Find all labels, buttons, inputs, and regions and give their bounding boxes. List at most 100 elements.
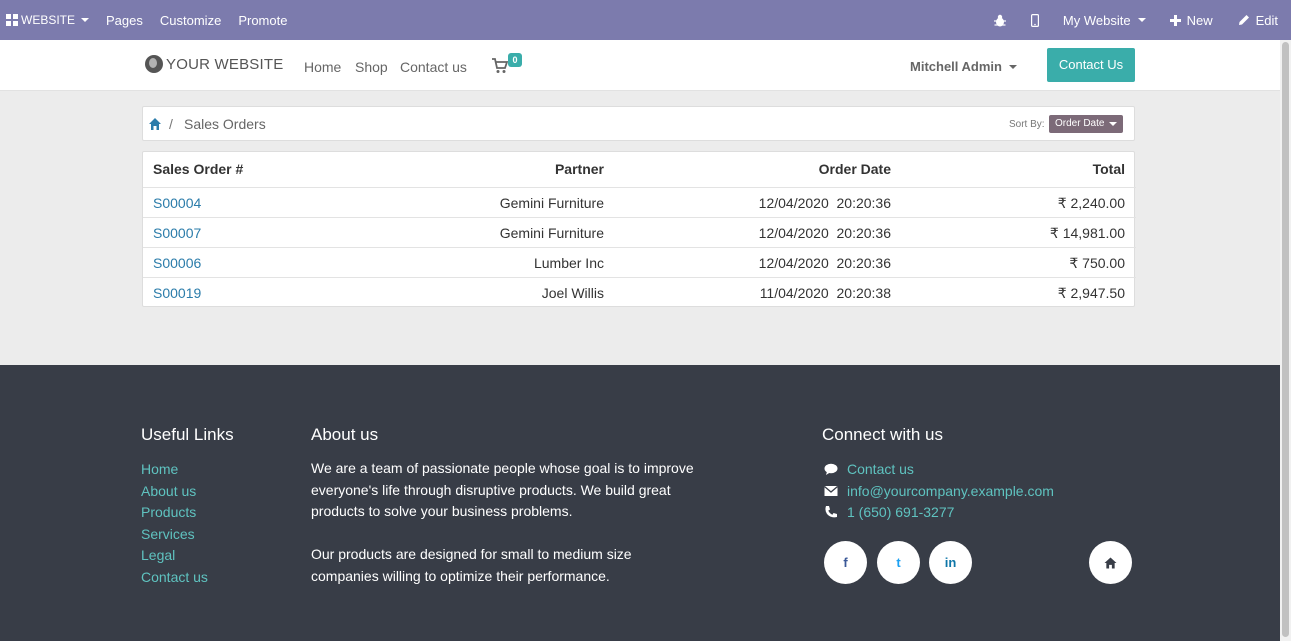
home-button[interactable] xyxy=(1089,541,1132,584)
footer-link-about[interactable]: About us xyxy=(141,483,196,499)
twitter-button[interactable]: t xyxy=(877,541,920,584)
pencil-icon xyxy=(1238,15,1249,25)
apps-grid-icon xyxy=(6,14,18,26)
customize-label: Customize xyxy=(159,12,222,28)
nav-contact-us[interactable]: Contact us xyxy=(400,59,467,75)
chevron-down-icon xyxy=(1137,18,1146,22)
footer-link-legal[interactable]: Legal xyxy=(141,547,175,563)
envelope-icon xyxy=(824,486,838,496)
table-row[interactable]: S00004 Gemini Furniture 12/04/2020 20:20… xyxy=(143,187,1136,217)
website-menu-label: WEBSITE xyxy=(21,13,76,27)
pages-menu[interactable]: Pages xyxy=(106,0,143,40)
order-total: ₹ 2,240.00 xyxy=(1057,195,1125,211)
home-icon xyxy=(1104,556,1117,569)
footer-link-services[interactable]: Services xyxy=(141,526,195,542)
footer-link-contact[interactable]: Contact us xyxy=(141,569,208,585)
column-header-partner: Partner xyxy=(554,161,604,177)
new-label: New xyxy=(1186,12,1213,28)
scrollbar-thumb[interactable] xyxy=(1282,42,1289,637)
order-link[interactable]: S00004 xyxy=(153,195,201,211)
promote-menu[interactable]: Promote xyxy=(238,0,287,40)
sort-dropdown[interactable]: Order Date xyxy=(1049,115,1124,133)
about-title: About us xyxy=(311,425,379,444)
comment-icon xyxy=(824,463,838,475)
linkedin-icon: in xyxy=(944,555,957,570)
customize-menu[interactable]: Customize xyxy=(160,0,221,40)
connect-title: Connect with us xyxy=(822,425,943,444)
cart-count-badge: 0 xyxy=(508,53,522,67)
footer-phone-link[interactable]: 1 (650) 691-3277 xyxy=(847,504,954,520)
order-date: 12/04/2020 20:20:36 xyxy=(758,225,891,241)
new-button[interactable]: New xyxy=(1169,0,1213,40)
debug-button[interactable] xyxy=(993,0,1006,40)
nav-shop[interactable]: Shop xyxy=(355,59,388,75)
table-row[interactable]: S00019 Joel Willis 11/04/2020 20:20:38 ₹… xyxy=(143,277,1136,307)
site-logo[interactable]: YOUR WEBSITE xyxy=(145,55,283,73)
shopping-cart-icon[interactable] xyxy=(492,58,508,74)
table-row[interactable]: S00007 Gemini Furniture 12/04/2020 20:20… xyxy=(143,217,1136,247)
logo-text: YOUR WEBSITE xyxy=(166,55,284,73)
about-line: everyone's life through disruptive produ… xyxy=(311,481,671,498)
footer-email-link[interactable]: info@yourcompany.example.com xyxy=(847,483,1054,499)
sort-by-label: Sort By: xyxy=(1009,119,1045,130)
about-line: companies willing to optimize their perf… xyxy=(311,567,610,584)
breadcrumb: / Sales Orders Sort By: Order Date xyxy=(142,106,1135,141)
footer-contact-link[interactable]: Contact us xyxy=(847,461,914,477)
order-partner: Gemini Furniture xyxy=(499,225,604,241)
table-header: Sales Order # Partner Order Date Total xyxy=(143,152,1136,188)
my-website-label: My Website xyxy=(1062,12,1131,28)
page-scrollbar[interactable] xyxy=(1280,40,1291,641)
about-paragraph-1: We are a team of passionate people whose… xyxy=(311,458,694,523)
useful-links-title: Useful Links xyxy=(141,425,234,444)
order-date: 12/04/2020 20:20:36 xyxy=(758,195,891,211)
user-name: Mitchell Admin xyxy=(910,59,1002,74)
mobile-icon xyxy=(1030,13,1039,27)
nav-home[interactable]: Home xyxy=(304,59,341,75)
table-row[interactable]: S00006 Lumber Inc 12/04/2020 20:20:36 ₹ … xyxy=(143,247,1136,277)
footer-link-products[interactable]: Products xyxy=(141,504,196,520)
site-footer: Useful Links Home About us Products Serv… xyxy=(0,365,1280,641)
user-menu[interactable]: Mitchell Admin xyxy=(910,59,1017,74)
edit-button[interactable]: Edit xyxy=(1238,0,1278,40)
order-total: ₹ 14,981.00 xyxy=(1049,225,1125,241)
editor-topbar: WEBSITE Pages Customize Promote My Websi… xyxy=(0,0,1291,40)
chevron-down-icon xyxy=(81,18,90,22)
order-partner: Gemini Furniture xyxy=(499,195,604,211)
bug-icon xyxy=(993,14,1006,26)
order-link[interactable]: S00006 xyxy=(153,255,201,271)
order-total: ₹ 2,947.50 xyxy=(1057,285,1125,301)
order-total: ₹ 750.00 xyxy=(1069,255,1125,271)
column-header-total: Total xyxy=(1092,161,1125,177)
column-header-order: Sales Order # xyxy=(153,161,244,177)
facebook-icon: f xyxy=(843,555,848,570)
pages-label: Pages xyxy=(106,12,143,28)
about-line: We are a team of passionate people whose… xyxy=(311,460,694,476)
mobile-preview-button[interactable] xyxy=(1030,0,1039,40)
order-link[interactable]: S00019 xyxy=(153,285,201,301)
promote-label: Promote xyxy=(238,12,288,28)
chevron-down-icon xyxy=(1109,122,1118,126)
plus-icon xyxy=(1169,14,1181,26)
globe-icon xyxy=(145,55,163,73)
footer-link-home[interactable]: Home xyxy=(141,461,178,477)
order-partner: Lumber Inc xyxy=(533,255,604,271)
website-menu[interactable]: WEBSITE xyxy=(6,0,90,40)
breadcrumb-current: Sales Orders xyxy=(184,116,266,132)
edit-label: Edit xyxy=(1255,12,1278,28)
linkedin-button[interactable]: in xyxy=(929,541,972,584)
order-partner: Joel Willis xyxy=(541,285,604,301)
order-date: 11/04/2020 20:20:38 xyxy=(759,285,891,301)
order-link[interactable]: S00007 xyxy=(153,225,201,241)
facebook-button[interactable]: f xyxy=(824,541,867,584)
contact-us-button[interactable]: Contact Us xyxy=(1047,48,1135,82)
home-icon[interactable] xyxy=(148,117,162,131)
sales-orders-table: Sales Order # Partner Order Date Total S… xyxy=(142,151,1136,307)
chevron-down-icon xyxy=(1008,64,1017,69)
about-paragraph-2: Our products are designed for small to m… xyxy=(311,544,632,587)
breadcrumb-separator: / xyxy=(169,116,173,132)
column-header-date: Order Date xyxy=(818,161,891,177)
my-website-menu[interactable]: My Website xyxy=(1063,0,1146,40)
about-line: products to solve your business problems… xyxy=(311,503,573,519)
order-date: 12/04/2020 20:20:36 xyxy=(758,255,891,271)
about-line: Our products are designed for small to m… xyxy=(311,546,632,562)
